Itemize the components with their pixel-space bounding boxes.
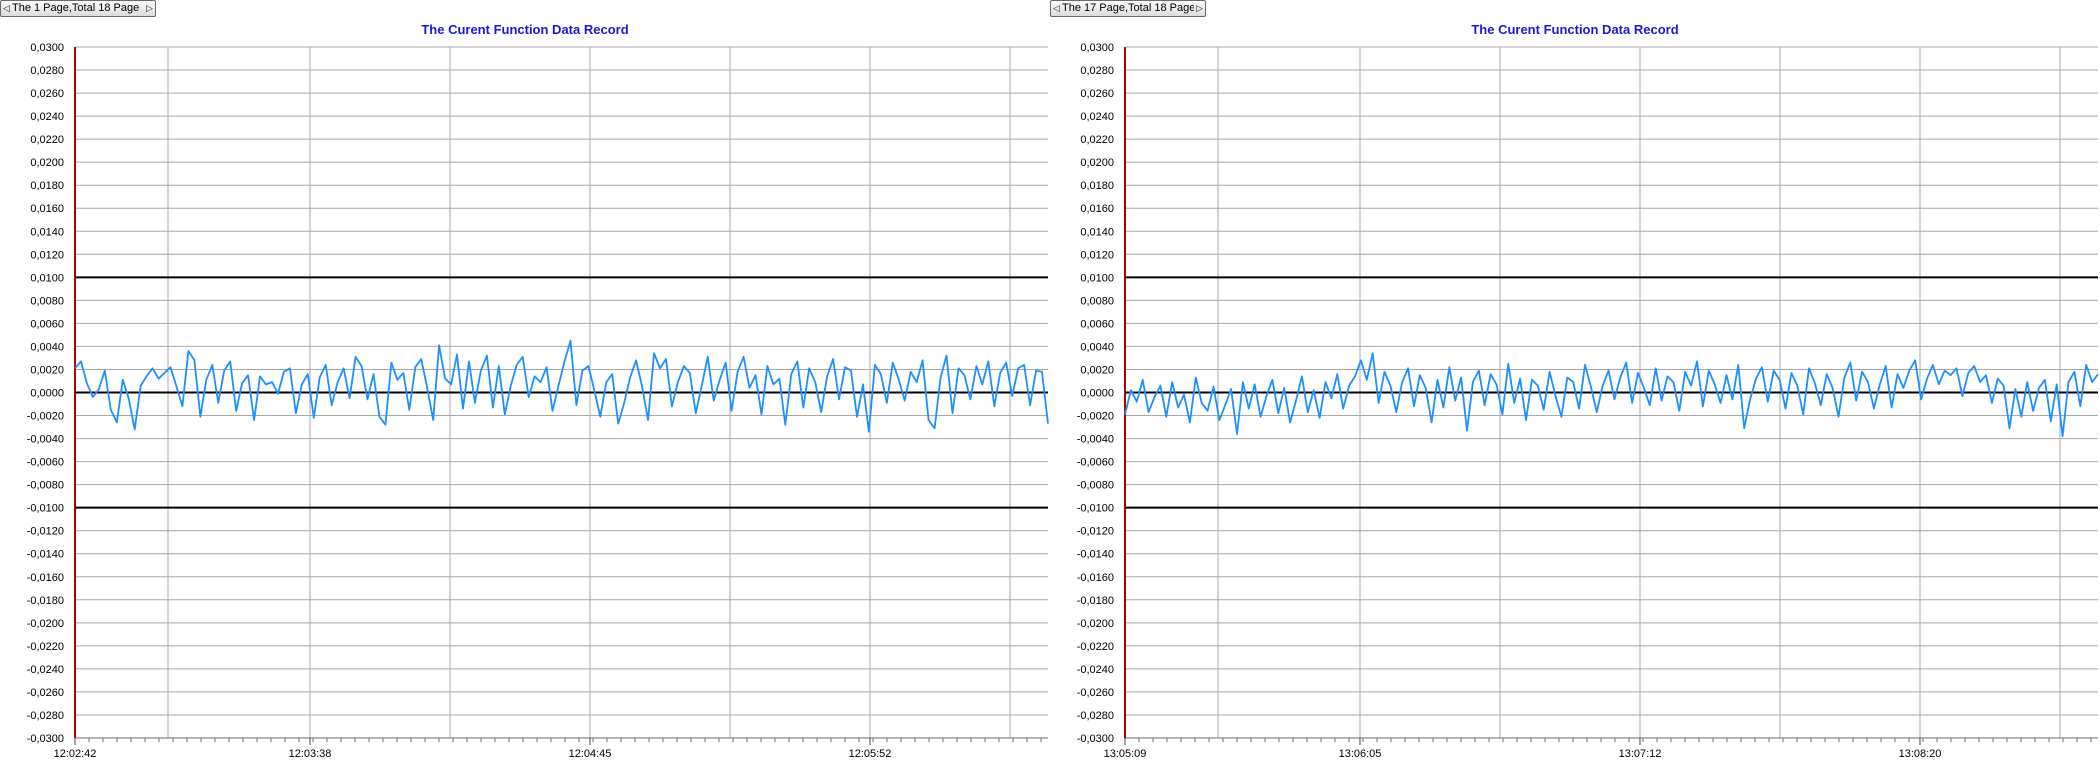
x-tick-label: 12:03:38 <box>289 748 332 760</box>
x-tick-label: 12:04:45 <box>569 748 612 760</box>
y-tick-label: 0,0140 <box>30 226 64 238</box>
y-tick-label: 0,0280 <box>1080 65 1114 77</box>
y-tick-label: -0,0180 <box>27 595 64 607</box>
y-tick-label: -0,0080 <box>27 480 64 492</box>
y-tick-label: 0,0120 <box>30 249 64 261</box>
y-tick-label: -0,0100 <box>27 503 64 515</box>
line-chart: 0,0300 0,0280 0,0260 0,0240 0,0220 0,0200 0,01… <box>27 42 1049 760</box>
y-tick-label: 0,0020 <box>1080 364 1114 376</box>
y-tick-label: 0,0060 <box>1080 318 1114 330</box>
y-tick-label: -0,0220 <box>1077 641 1114 653</box>
y-tick-label: 0,0040 <box>30 341 64 353</box>
y-tick-label: -0,0280 <box>1077 710 1114 722</box>
y-tick-label: 0,0300 <box>1080 42 1114 54</box>
y-tick-label: 0,0100 <box>30 272 64 284</box>
y-tick-label: 0,0080 <box>30 295 64 307</box>
y-tick-label: -0,0120 <box>1077 526 1114 538</box>
y-tick-label: -0,0300 <box>27 733 64 745</box>
y-tick-label: -0,0020 <box>27 411 64 423</box>
y-tick-label: 0,0180 <box>1080 180 1114 192</box>
y-tick-label: 0,0000 <box>30 388 64 400</box>
y-tick-label: -0,0240 <box>1077 664 1114 676</box>
x-tick-label: 13:08:20 <box>1899 748 1942 760</box>
y-tick-label: -0,0120 <box>27 526 64 538</box>
y-tick-label: 0,0260 <box>1080 88 1114 100</box>
y-tick-label: -0,0160 <box>1077 572 1114 584</box>
y-tick-label: -0,0020 <box>1077 411 1114 423</box>
y-tick-label: -0,0100 <box>1077 503 1114 515</box>
x-tick-label: 12:02:42 <box>54 748 97 760</box>
y-tick-label: 0,0220 <box>1080 134 1114 146</box>
y-tick-label: -0,0200 <box>27 618 64 630</box>
y-tick-label: -0,0180 <box>1077 595 1114 607</box>
line-chart: 0,0300 0,0280 0,0260 0,0240 0,0220 0,0200 0,01… <box>1077 42 2099 760</box>
y-tick-label: 0,0040 <box>1080 341 1114 353</box>
x-tick-label: 13:06:05 <box>1339 748 1382 760</box>
y-tick-label: -0,0260 <box>1077 687 1114 699</box>
x-tick-label: 13:05:09 <box>1104 748 1147 760</box>
y-tick-label: -0,0260 <box>27 687 64 699</box>
y-tick-label: -0,0060 <box>1077 457 1114 469</box>
y-tick-label: -0,0160 <box>27 572 64 584</box>
y-tick-label: 0,0060 <box>30 318 64 330</box>
y-tick-label: 0,0160 <box>1080 203 1114 215</box>
series-line <box>1124 352 2099 438</box>
chart-panel-right: ◁ The 17 Page,Total 18 Page ▷ The Curent… <box>1050 0 2100 760</box>
y-tick-label: 0,0200 <box>30 157 64 169</box>
y-tick-label: 0,0280 <box>30 65 64 77</box>
chart-panel-left: ◁ The 1 Page,Total 18 Page ▷ The Curent … <box>0 0 1050 760</box>
y-tick-label: 0,0200 <box>1080 157 1114 169</box>
y-tick-label: -0,0140 <box>27 549 64 561</box>
y-tick-label: -0,0080 <box>1077 480 1114 492</box>
y-tick-label: -0,0300 <box>1077 733 1114 745</box>
y-tick-label: 0,0180 <box>30 180 64 192</box>
series-line <box>74 339 1049 433</box>
y-tick-label: 0,0020 <box>30 364 64 376</box>
y-tick-label: -0,0200 <box>1077 618 1114 630</box>
y-tick-label: 0,0240 <box>1080 111 1114 123</box>
y-tick-label: 0,0240 <box>30 111 64 123</box>
y-tick-label: -0,0040 <box>27 434 64 446</box>
y-tick-label: -0,0060 <box>27 457 64 469</box>
y-tick-label: 0,0300 <box>30 42 64 54</box>
y-tick-label: 0,0000 <box>1080 388 1114 400</box>
y-tick-label: -0,0140 <box>1077 549 1114 561</box>
x-tick-label: 12:05:52 <box>849 748 892 760</box>
y-tick-label: -0,0240 <box>27 664 64 676</box>
x-tick-label: 13:07:12 <box>1619 748 1662 760</box>
y-tick-label: 0,0080 <box>1080 295 1114 307</box>
y-tick-label: 0,0160 <box>30 203 64 215</box>
y-tick-label: 0,0120 <box>1080 249 1114 261</box>
y-tick-label: 0,0260 <box>30 88 64 100</box>
y-tick-label: 0,0140 <box>1080 226 1114 238</box>
y-tick-label: 0,0100 <box>1080 272 1114 284</box>
y-tick-label: -0,0280 <box>27 710 64 722</box>
y-tick-label: -0,0040 <box>1077 434 1114 446</box>
y-tick-label: 0,0220 <box>30 134 64 146</box>
y-tick-label: -0,0220 <box>27 641 64 653</box>
